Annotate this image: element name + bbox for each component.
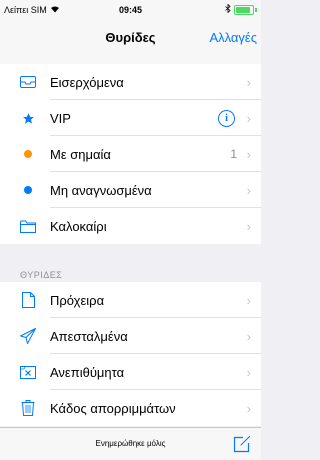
section-header-label: ΘΥΡΙΔΕΣ [20, 270, 63, 280]
document-icon [20, 292, 36, 308]
clock: 09:45 [118, 5, 143, 15]
mailbox-inbox[interactable]: Εισερχόμενα › [0, 64, 261, 100]
folder-icon [20, 218, 36, 234]
mailbox-label: Μη αναγνωσμένα [50, 182, 152, 198]
unread-count: 1 [230, 147, 237, 161]
chevron-right-icon: › [246, 74, 251, 90]
chevron-right-icon: › [246, 292, 251, 308]
mailbox-label: Εισερχόμενα [50, 74, 124, 90]
mailbox-label: Με σημαία [50, 146, 111, 162]
folder-junk[interactable]: Ανεπιθύμητα › [0, 354, 261, 390]
bluetooth-icon [225, 3, 231, 15]
folder-list: Πρόχειρα › Απεσταλμένα › Ανεπιθύμητα › Κ… [0, 282, 261, 426]
chevron-right-icon: › [246, 400, 251, 416]
edit-button[interactable]: Αλλαγές [209, 30, 257, 45]
battery-icon [234, 4, 254, 15]
mailbox-list: Εισερχόμενα › VIP i › Με σημαία 1 › Μη α… [0, 64, 261, 244]
folder-trash[interactable]: Κάδος απορριμμάτων › [0, 390, 261, 426]
update-status: Ενημερώθηκε μόλις [95, 439, 166, 448]
folder-drafts[interactable]: Πρόχειρα › [0, 282, 261, 318]
bottom-toolbar: Ενημερώθηκε μόλις [0, 427, 261, 460]
orange-dot-icon [20, 146, 36, 162]
star-icon [20, 110, 36, 126]
folder-label: Απεσταλμένα [50, 328, 128, 344]
mailbox-flagged[interactable]: Με σημαία 1 › [0, 136, 261, 172]
chevron-right-icon: › [246, 182, 251, 198]
compose-icon[interactable] [233, 435, 251, 453]
chevron-right-icon: › [246, 364, 251, 380]
folder-label: Ανεπιθύμητα [50, 364, 125, 380]
chevron-right-icon: › [246, 328, 251, 344]
folder-label: Κάδος απορριμμάτων [50, 400, 176, 416]
battery-status [225, 3, 257, 15]
info-icon[interactable]: i [218, 109, 235, 127]
mailbox-label: Καλοκαίρι [50, 218, 107, 234]
chevron-right-icon: › [246, 218, 251, 234]
inbox-icon [20, 74, 36, 90]
navigation-bar: Θυρίδες Αλλαγές [0, 20, 261, 65]
status-bar: Λείπει SIM 09:45 [0, 0, 261, 20]
mailbox-label: VIP [50, 110, 71, 126]
chevron-right-icon: › [246, 146, 251, 162]
folder-sent[interactable]: Απεσταλμένα › [0, 318, 261, 354]
trash-icon [20, 400, 36, 416]
chevron-right-icon: › [246, 110, 251, 126]
folder-label: Πρόχειρα [50, 292, 105, 308]
junk-tray-icon [20, 364, 36, 380]
mailbox-summer[interactable]: Καλοκαίρι › [0, 208, 261, 244]
mailbox-vip[interactable]: VIP i › [0, 100, 261, 136]
paper-plane-icon [20, 328, 36, 344]
mailbox-unread[interactable]: Μη αναγνωσμένα › [0, 172, 261, 208]
blue-dot-icon [20, 182, 36, 198]
